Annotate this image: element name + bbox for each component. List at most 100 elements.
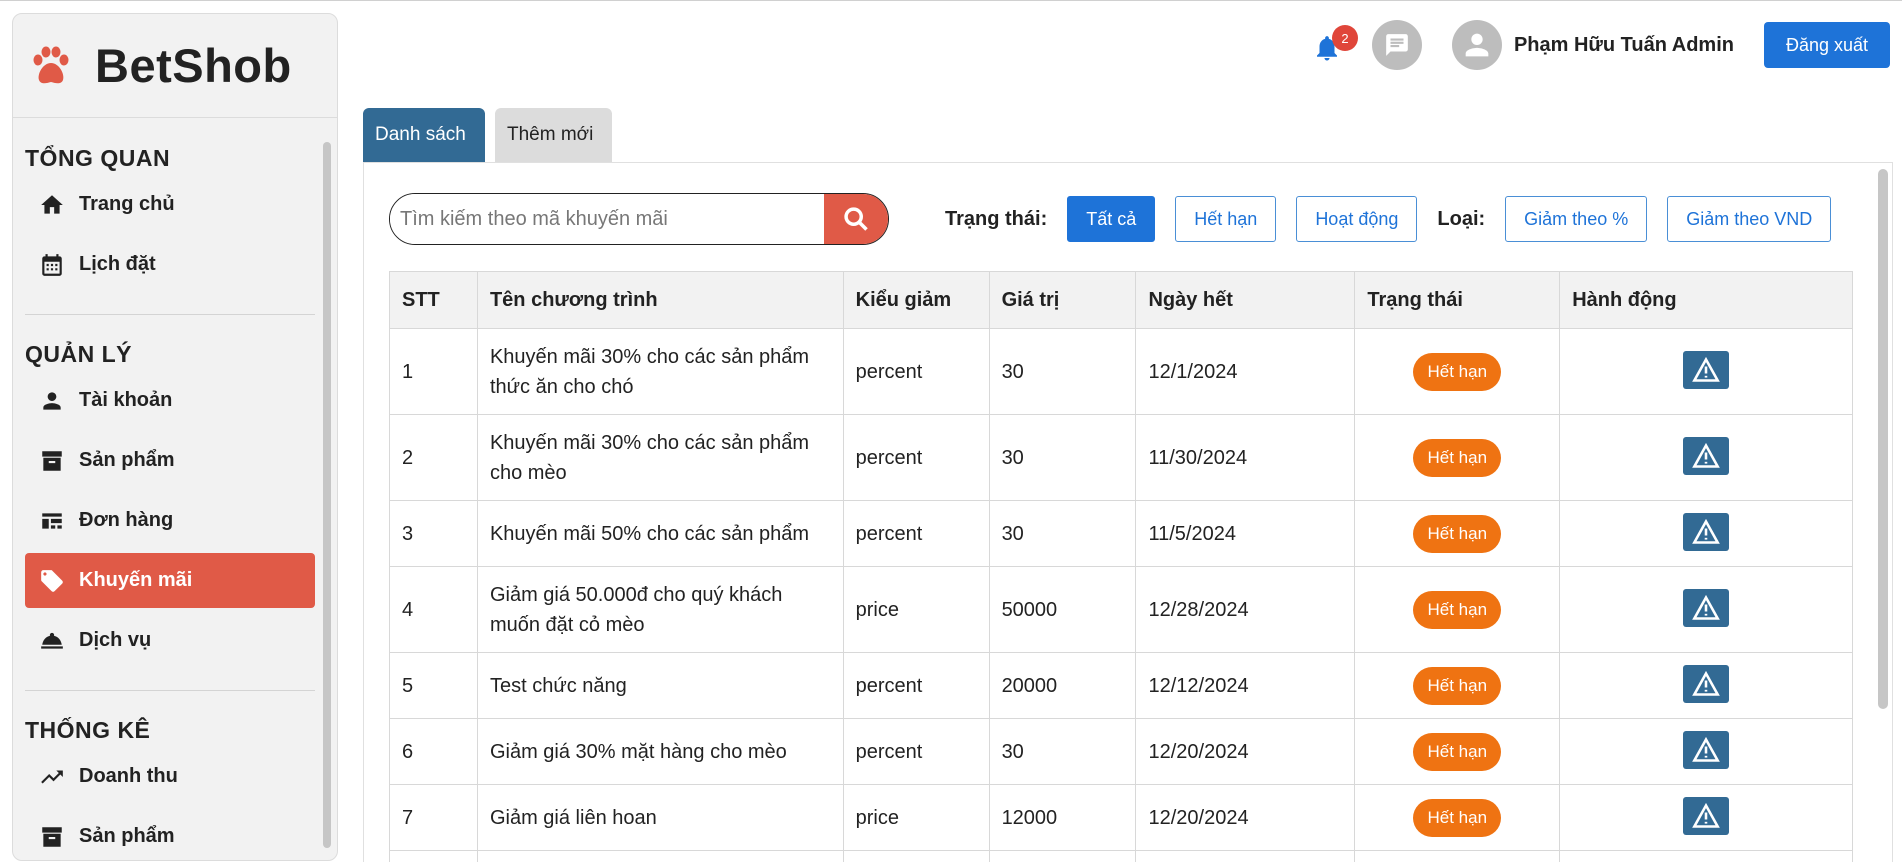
name-line: Giảm giá 30% mặt hàng cho mèo xyxy=(489,740,787,763)
table-row[interactable]: 1 Khuyến mãi 30% cho các sản phẩm thức ăn… xyxy=(389,328,1853,415)
action-button[interactable] xyxy=(1683,512,1730,551)
column-header[interactable]: Kiểu giảm xyxy=(842,271,990,329)
cell-type: percent xyxy=(842,328,990,415)
column-header[interactable]: Tên chương trình xyxy=(476,271,844,329)
action-button[interactable] xyxy=(1683,796,1730,835)
action-button[interactable] xyxy=(1683,664,1730,703)
sidebar-menu[interactable]: TỔNG QUAN Trang chủ Lịch đặt QUẢN LÝ Tài… xyxy=(13,119,337,860)
brand[interactable]: BetShob xyxy=(13,14,337,118)
search-button[interactable] xyxy=(824,194,888,244)
status-filter-expired[interactable]: Hết hạn xyxy=(1175,196,1277,242)
column-header[interactable]: Giá trị xyxy=(988,271,1137,329)
cell-end-date: 12/20/2024 xyxy=(1135,718,1356,785)
search-box xyxy=(389,193,889,245)
table-row[interactable]: 6 Giảm giá 30% mặt hàng cho mèo percent … xyxy=(389,718,1853,785)
notification-button[interactable]: 2 xyxy=(1312,25,1358,65)
status-filter-all[interactable]: Tất cả xyxy=(1067,196,1156,242)
sidebar-item-label: Lịch đặt xyxy=(79,253,156,275)
action-button[interactable] xyxy=(1683,436,1730,475)
action-button[interactable] xyxy=(1683,588,1730,627)
cell-status: Hết hạn xyxy=(1354,784,1561,851)
status-badge: Hết hạn xyxy=(1413,514,1502,553)
table-row[interactable]: 3 Khuyến mãi 50% cho các sản phẩm percen… xyxy=(389,500,1853,567)
username: Phạm Hữu Tuấn Admin xyxy=(1513,33,1734,56)
column-header[interactable]: Trạng thái xyxy=(1354,271,1561,329)
cell-status: Hết hạn xyxy=(1354,500,1561,567)
tab-bar: Danh sách Thêm mới xyxy=(363,108,622,162)
cell-action xyxy=(1559,500,1853,567)
cell-stt: 5 xyxy=(389,652,478,719)
table-row[interactable]: 4 Giảm giá 50.000đ cho quý khách muốn đặt… xyxy=(389,566,1853,653)
name-line: Khuyến mãi 30% cho các sản phẩm xyxy=(489,345,810,368)
name-line: Test chức năng xyxy=(489,674,627,697)
status-badge: Hết hạn xyxy=(1413,798,1502,837)
sidebar-item-home[interactable]: Trang chủ xyxy=(25,177,315,232)
cell-value: 12000 xyxy=(988,784,1137,851)
tag-icon xyxy=(41,569,63,592)
search-input[interactable] xyxy=(390,194,824,244)
sidebar-item-promotions[interactable]: Khuyến mãi xyxy=(25,553,315,608)
sidebar-item-label: Doanh thu xyxy=(79,765,178,787)
panel-scrollbar[interactable] xyxy=(1878,169,1888,709)
cell-end-date: 12/28/2024 xyxy=(1135,566,1356,653)
table-row[interactable]: 7 Giảm giá liên hoan price 12000 12/20/2… xyxy=(389,784,1853,851)
name-line: muốn đặt cỏ mèo xyxy=(489,613,645,636)
cell-status: Hết hạn xyxy=(1354,652,1561,719)
sidebar-item-orders[interactable]: Đơn hàng xyxy=(25,493,315,548)
cell-stt: 3 xyxy=(389,500,478,567)
avatar[interactable] xyxy=(1451,20,1502,70)
logout-button[interactable]: Đăng xuất xyxy=(1764,22,1890,68)
cell-value: 30 xyxy=(988,414,1137,501)
cell-action xyxy=(1559,718,1853,785)
status-badge: Hết hạn xyxy=(1413,732,1502,771)
calendar-icon xyxy=(42,253,62,276)
chat-button[interactable] xyxy=(1371,20,1422,70)
cell-type: price xyxy=(842,784,990,851)
sidebar-item-label: Sản phẩm xyxy=(79,825,175,847)
column-header[interactable]: Ngày hết xyxy=(1135,271,1356,329)
sidebar-item-services[interactable]: Dịch vụ xyxy=(25,613,315,668)
cell-end-date: 12/20/2024 xyxy=(1135,784,1356,851)
cell-name xyxy=(476,850,844,862)
status-badge: Hết hạn xyxy=(1413,666,1502,705)
status-filter-active[interactable]: Hoạt động xyxy=(1296,196,1418,242)
name-line: Khuyến mãi 30% cho các sản phẩm xyxy=(489,431,810,454)
sidebar-item-products[interactable]: Sản phẩm xyxy=(25,433,315,488)
table-row[interactable]: 5 Test chức năng percent 20000 12/12/202… xyxy=(389,652,1853,719)
cell-action xyxy=(1559,414,1853,501)
sidebar-item-label: Trang chủ xyxy=(79,193,175,215)
notification-badge: 2 xyxy=(1331,25,1358,51)
type-filter-vnd[interactable]: Giảm theo VND xyxy=(1667,196,1832,242)
section-management: QUẢN LÝ Tài khoản Sản phẩm Đơn hàng Khuy… xyxy=(13,315,315,668)
dashboard-icon xyxy=(42,512,62,529)
sidebar-item-accounts[interactable]: Tài khoản xyxy=(25,373,315,428)
type-filter-percent[interactable]: Giảm theo % xyxy=(1505,196,1648,242)
column-header[interactable]: STT xyxy=(389,271,478,329)
cell-end-date: 11/30/2024 xyxy=(1135,414,1356,501)
user-icon xyxy=(1465,33,1489,57)
cell-status xyxy=(1354,850,1561,862)
warning-triangle-icon xyxy=(1692,442,1720,468)
table-row[interactable] xyxy=(389,850,1853,862)
tab-add-new[interactable]: Thêm mới xyxy=(495,108,612,162)
sidebar-item-schedule[interactable]: Lịch đặt xyxy=(25,237,315,292)
section-title: QUẢN LÝ xyxy=(25,341,132,367)
table-row[interactable]: 2 Khuyến mãi 30% cho các sản phẩm cho mèo… xyxy=(389,414,1853,501)
cell-stt: 1 xyxy=(389,328,478,415)
action-button[interactable] xyxy=(1683,350,1730,389)
column-header[interactable]: Hành động xyxy=(1559,271,1853,329)
sidebar-item-revenue[interactable]: Doanh thu xyxy=(25,749,315,804)
cell-value xyxy=(988,850,1137,862)
sidebar-item-product-stats[interactable]: Sản phẩm xyxy=(25,809,315,860)
cell-end-date: 12/1/2024 xyxy=(1135,328,1356,415)
name-line: thức ăn cho chó xyxy=(489,375,634,398)
cell-stt: 4 xyxy=(389,566,478,653)
cell-value: 20000 xyxy=(988,652,1137,719)
action-button[interactable] xyxy=(1683,730,1730,769)
tab-list[interactable]: Danh sách xyxy=(363,108,485,162)
cell-type: percent xyxy=(842,652,990,719)
cell-name: Khuyến mãi 30% cho các sản phẩm thức ăn c… xyxy=(476,328,844,415)
cell-action xyxy=(1559,652,1853,719)
sidebar-scrollbar[interactable] xyxy=(323,142,331,848)
promotion-panel: Trạng thái: Tất cả Hết hạn Hoạt động Loạ… xyxy=(363,162,1893,862)
